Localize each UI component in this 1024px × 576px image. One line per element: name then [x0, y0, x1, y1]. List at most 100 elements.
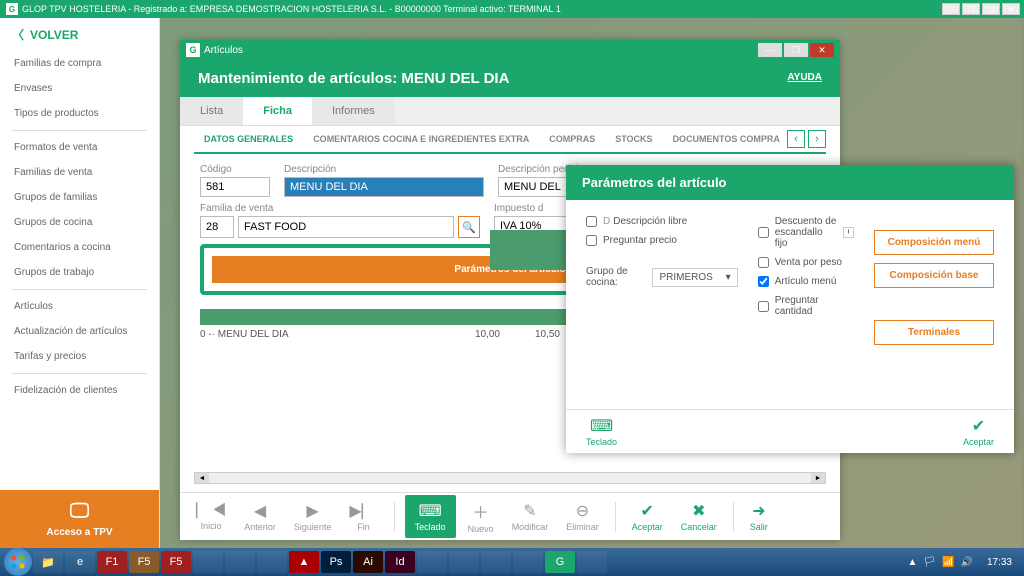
tab-lista[interactable]: Lista — [180, 97, 243, 125]
taskbar-app-icon[interactable] — [449, 551, 479, 573]
venta-peso-check[interactable]: Venta por peso — [758, 257, 854, 268]
app-icon: G — [6, 3, 18, 15]
terminales-button[interactable]: Terminales — [874, 320, 994, 345]
subtab-next[interactable]: › — [808, 130, 826, 148]
sidebar-item[interactable]: Grupos de trabajo — [0, 260, 159, 285]
maximize-btn[interactable]: ⊡ — [982, 3, 1000, 15]
taskbar-app-icon[interactable]: F5 — [129, 551, 159, 573]
inicio-button[interactable]: ⎸◀Inicio — [190, 500, 232, 533]
sidebar-item[interactable]: Familias de compra — [0, 51, 159, 76]
subtab-datos[interactable]: DATOS GENERALES — [194, 126, 303, 154]
familia-search-icon[interactable]: 🔍 — [458, 216, 480, 238]
monitor-icon: 🖵 — [0, 500, 159, 523]
preg-precio-check[interactable]: Preguntar precio — [586, 235, 738, 246]
modal-minimize[interactable]: — — [758, 43, 782, 57]
taskbar-app-icon[interactable] — [257, 551, 287, 573]
tray-flag-icon[interactable]: 🏳 — [923, 557, 936, 568]
modal-titlebar: G Artículos — ❐ ✕ — [180, 40, 840, 60]
tray-net-icon[interactable]: 📶 — [942, 557, 954, 568]
access-tpv-button[interactable]: 🖵 Acceso a TPV — [0, 490, 159, 548]
subtab-prev[interactable]: ‹ — [787, 130, 805, 148]
taskbar-ie-icon[interactable]: e — [65, 551, 95, 573]
taskbar-app-icon[interactable] — [513, 551, 543, 573]
grupo-cocina-label: Grupo de cocina: — [586, 266, 642, 288]
subtab-compras[interactable]: COMPRAS — [539, 126, 605, 152]
tab-ficha[interactable]: Ficha — [243, 97, 312, 125]
taskbar-ai-icon[interactable]: Ai — [353, 551, 383, 573]
left-sidebar: 〈 VOLVER Familias de compra Envases Tipo… — [0, 18, 160, 548]
help-link[interactable]: AYUDA — [787, 72, 822, 83]
taskbar-app-icon[interactable] — [193, 551, 223, 573]
main-tabs: Lista Ficha Informes — [180, 97, 840, 126]
taskbar-app-icon[interactable] — [417, 551, 447, 573]
desc-label: Descripción — [284, 164, 484, 175]
taskbar-explorer-icon[interactable]: 📁 — [33, 551, 63, 573]
sub-tabs: DATOS GENERALES COMENTARIOS COCINA E ING… — [194, 126, 826, 154]
preg-cantidad-check[interactable]: Preguntar cantidad — [758, 295, 854, 317]
sidebar-item[interactable]: Artículos — [0, 294, 159, 319]
anterior-button[interactable]: ◀Anterior — [238, 499, 282, 534]
taskbar-clock[interactable]: 17:33 — [979, 557, 1020, 568]
horizontal-scrollbar[interactable] — [194, 472, 826, 484]
popup-teclado-button[interactable]: ⌨Teclado — [586, 416, 617, 447]
sidebar-item[interactable]: Tipos de productos — [0, 101, 159, 126]
modal-restore[interactable]: ❐ — [784, 43, 808, 57]
sidebar-item[interactable]: Comentarios a cocina — [0, 235, 159, 260]
minimize-btn[interactable]: — — [942, 3, 960, 15]
articulo-menu-check[interactable]: Artículo menú — [758, 276, 854, 287]
app-titlebar: G GLOP TPV HOSTELERIA - Registrado a: EM… — [0, 0, 1024, 18]
desc-libre-check[interactable]: DDescripción libre — [586, 216, 738, 227]
taskbar-glop-icon[interactable]: G — [545, 551, 575, 573]
taskbar-reader-icon[interactable]: ▲ — [289, 551, 319, 573]
salir-button[interactable]: ➜Salir — [744, 499, 774, 534]
aceptar-button[interactable]: ✔Aceptar — [626, 499, 669, 534]
tray-up-icon[interactable]: ▲ — [907, 557, 917, 568]
desc-input[interactable] — [284, 177, 484, 197]
modal-close[interactable]: ✕ — [810, 43, 834, 57]
modificar-button[interactable]: ✎Modificar — [506, 499, 555, 534]
fin-button[interactable]: ▶⎸Fin — [343, 499, 383, 534]
close-btn[interactable]: ✕ — [1002, 3, 1020, 15]
eliminar-button[interactable]: ⊖Eliminar — [560, 499, 605, 534]
taskbar-id-icon[interactable]: Id — [385, 551, 415, 573]
familia-code-input[interactable] — [200, 216, 234, 238]
tab-informes[interactable]: Informes — [312, 97, 395, 125]
comp-base-button[interactable]: Composición base — [874, 263, 994, 288]
start-button[interactable] — [4, 548, 32, 576]
sidebar-item[interactable]: Grupos de cocina — [0, 210, 159, 235]
sidebar-item[interactable]: Envases — [0, 76, 159, 101]
sidebar-item[interactable]: Familias de venta — [0, 160, 159, 185]
taskbar-app-icon[interactable]: F1 — [97, 551, 127, 573]
taskbar-app-icon[interactable]: F5 — [161, 551, 191, 573]
nuevo-button[interactable]: ＋Nuevo — [462, 497, 500, 536]
familia-text-input[interactable] — [238, 216, 454, 238]
siguiente-button[interactable]: ▶Siguiente — [288, 499, 338, 534]
check-icon: ✔ — [641, 501, 654, 521]
popup-aceptar-button[interactable]: ✔Aceptar — [963, 416, 994, 447]
sidebar-item[interactable]: Tarifas y precios — [0, 344, 159, 369]
subtab-documentos[interactable]: DOCUMENTOS COMPRA — [663, 126, 790, 152]
subtab-comentarios[interactable]: COMENTARIOS COCINA E INGREDIENTES EXTRA — [303, 126, 539, 152]
cancelar-button[interactable]: ✖Cancelar — [675, 499, 723, 534]
taskbar-ps-icon[interactable]: Ps — [321, 551, 351, 573]
teclado-button[interactable]: ⌨Teclado — [405, 495, 456, 538]
sidebar-item[interactable]: Actualización de artículos — [0, 319, 159, 344]
sidebar-item[interactable]: Grupos de familias — [0, 185, 159, 210]
tray-vol-icon[interactable]: 🔊 — [961, 557, 973, 568]
desc-escandallo-check[interactable]: Descuento de escandallo fijo — [758, 216, 854, 249]
first-icon: ⎸◀ — [196, 502, 226, 520]
back-button[interactable]: 〈 VOLVER — [0, 18, 159, 51]
plus-icon: ＋ — [473, 499, 489, 523]
restore-btn[interactable]: ❐ — [962, 3, 980, 15]
escandallo-value-input[interactable] — [843, 227, 854, 238]
sidebar-item[interactable]: Formatos de venta — [0, 135, 159, 160]
taskbar-app-icon[interactable] — [225, 551, 255, 573]
grupo-cocina-select[interactable]: PRIMEROS — [652, 268, 737, 287]
subtab-stocks[interactable]: STOCKS — [605, 126, 662, 152]
codigo-input[interactable] — [200, 177, 270, 197]
comp-menu-button[interactable]: Composición menú — [874, 230, 994, 255]
sidebar-item[interactable]: Fidelización de clientes — [0, 378, 159, 403]
taskbar-app-icon[interactable] — [481, 551, 511, 573]
codigo-label: Código — [200, 164, 270, 175]
taskbar-app-icon[interactable] — [577, 551, 607, 573]
